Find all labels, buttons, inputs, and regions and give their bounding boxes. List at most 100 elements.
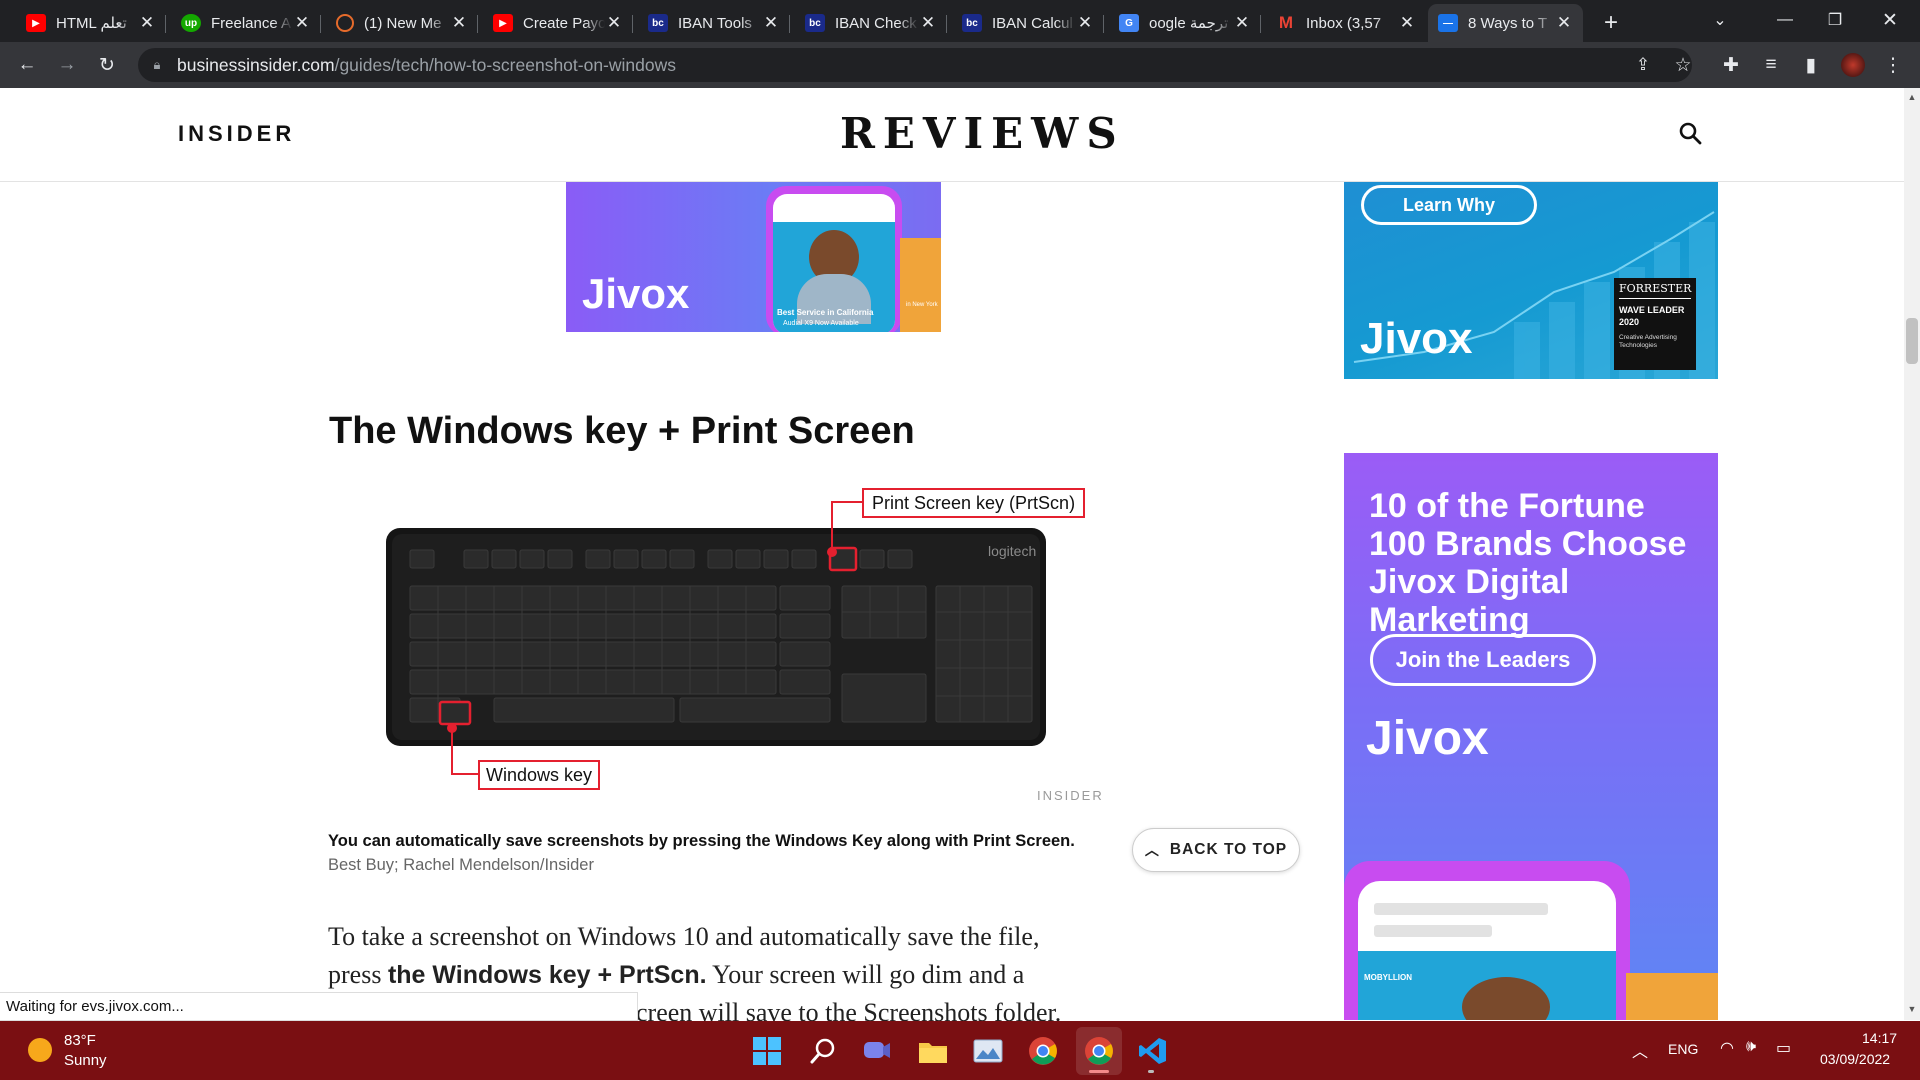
ad-headline: 10 of the Fortune 100 Brands Choose Jivo… xyxy=(1369,487,1687,639)
close-icon[interactable]: ✕ xyxy=(762,13,780,33)
keyboard-illustration: logitech xyxy=(380,478,1100,778)
bc-icon: bc xyxy=(962,14,982,32)
side-image xyxy=(900,238,941,332)
tab-iban-tools[interactable]: bc IBAN Tools ✕ xyxy=(638,4,790,42)
tab-gmail[interactable]: M Inbox (3,57 ✕ xyxy=(1266,4,1426,42)
wifi-icon[interactable]: ◠ xyxy=(1720,1038,1734,1058)
vertical-scrollbar[interactable] xyxy=(1904,88,1920,1020)
chrome-icon[interactable] xyxy=(1024,1032,1062,1070)
ad-brand: Jivox xyxy=(582,270,690,317)
volume-icon[interactable]: 🕪︎ xyxy=(1746,1038,1756,1056)
insider-logo[interactable]: INSIDER xyxy=(178,121,295,147)
menu-kebab-icon[interactable]: ⋮ xyxy=(1878,50,1908,80)
chevron-up-icon: ︿ xyxy=(1144,842,1160,858)
restore-button[interactable]: ❐ xyxy=(1805,0,1865,40)
tab-freelance[interactable]: up Freelance A ✕ xyxy=(171,4,321,42)
callout-prtscn: Print Screen key (PrtScn) xyxy=(862,488,1086,518)
bc-icon: bc xyxy=(648,14,668,32)
image-credit: Best Buy; Rachel Mendelson/Insider xyxy=(328,856,594,874)
close-icon[interactable]: ✕ xyxy=(1233,13,1251,33)
battery-icon[interactable]: ▭ xyxy=(1776,1038,1791,1058)
back-icon[interactable]: ← xyxy=(12,50,42,80)
section-heading: The Windows key + Print Screen xyxy=(329,410,915,452)
tab-html[interactable]: ▶ HTML تعلم ✕ xyxy=(16,4,166,42)
join-leaders-button[interactable]: Join the Leaders xyxy=(1370,634,1596,686)
share-icon[interactable]: ⇪ xyxy=(1628,50,1658,80)
teams-chat-icon[interactable] xyxy=(858,1032,896,1070)
close-window-button[interactable]: ✕ xyxy=(1860,0,1920,40)
close-icon[interactable]: ✕ xyxy=(1555,13,1573,33)
ad-banner-top[interactable]: Jivox Best Service in California Audial … xyxy=(566,182,941,332)
photos-icon[interactable] xyxy=(969,1032,1007,1070)
close-icon[interactable]: ✕ xyxy=(138,13,156,33)
url-text[interactable]: businessinsider.com/guides/tech/how-to-s… xyxy=(177,55,676,76)
search-icon[interactable] xyxy=(804,1032,842,1070)
side-text: in New York xyxy=(906,302,938,308)
tab-create-payo[interactable]: ▶ Create Payo ✕ xyxy=(483,4,633,42)
badge-title: FORRESTER xyxy=(1619,282,1691,299)
vscode-icon[interactable] xyxy=(1134,1032,1172,1070)
scroll-up-icon[interactable]: ▲ xyxy=(1906,92,1918,102)
image-caption: You can automatically save screenshots b… xyxy=(328,832,1075,850)
tab-iban-check[interactable]: bc IBAN Check ✕ xyxy=(795,4,947,42)
back-to-top-button[interactable]: ︿ BACK TO TOP xyxy=(1132,828,1300,872)
tab-iban-calc[interactable]: bc IBAN Calcul ✕ xyxy=(952,4,1104,42)
ad-brand: Jivox xyxy=(1360,314,1473,363)
learn-why-button[interactable]: Learn Why xyxy=(1361,185,1537,225)
scrollbar-thumb[interactable] xyxy=(1906,318,1918,364)
phone-screen: Best Service in California Audial X9 Now… xyxy=(773,194,895,332)
lock-icon[interactable]: 🔒︎ xyxy=(142,50,172,80)
reviews-logo[interactable]: REVIEWS xyxy=(840,109,1125,158)
ad-sidebar[interactable]: 10 of the Fortune 100 Brands Choose Jivo… xyxy=(1344,453,1718,1020)
placeholder-bar xyxy=(1374,903,1548,915)
side-image xyxy=(1626,973,1718,1020)
weather-sun-icon[interactable] xyxy=(28,1038,52,1062)
chrome-active-icon[interactable] xyxy=(1080,1032,1118,1070)
scroll-down-icon[interactable]: ▼ xyxy=(1906,1004,1918,1014)
tray-chevron-up-icon[interactable]: ︿ xyxy=(1632,1038,1648,1062)
placeholder-bar xyxy=(1374,925,1492,937)
paragraph-line: To take a screenshot on Windows 10 and a… xyxy=(328,922,1040,951)
tab-strip: ▶ HTML تعلم ✕ up Freelance A ✕ (1) New M… xyxy=(0,0,1920,42)
weather-condition[interactable]: Sunny xyxy=(64,1052,107,1069)
close-icon[interactable]: ✕ xyxy=(293,13,311,33)
back-to-top-label: BACK TO TOP xyxy=(1169,841,1288,858)
keyboard-brand: logitech xyxy=(988,543,1036,559)
close-icon[interactable]: ✕ xyxy=(919,13,937,33)
shortcut-text: the Windows key + PrtScn. xyxy=(387,961,707,989)
search-icon[interactable] xyxy=(1678,121,1704,147)
new-tab-button[interactable]: + xyxy=(1594,4,1630,42)
side-panel-icon[interactable]: ▮ xyxy=(1796,50,1826,80)
close-icon[interactable]: ✕ xyxy=(450,13,468,33)
clock-time[interactable]: 14:17 xyxy=(1862,1030,1897,1046)
close-icon[interactable]: ✕ xyxy=(1076,13,1094,33)
tab-google-translate[interactable]: G oogle ترجمة ✕ xyxy=(1109,4,1261,42)
windows-start-icon[interactable] xyxy=(748,1032,786,1070)
phone-subline: Audial X9 Now Available xyxy=(783,320,859,327)
youtube-icon: ▶ xyxy=(493,14,513,32)
circle-logo-icon xyxy=(336,14,354,32)
phone-screen: MOBYLLION xyxy=(1358,881,1616,1020)
forward-icon[interactable]: → xyxy=(52,50,82,80)
tab-8-ways[interactable]: — 8 Ways to T ✕ xyxy=(1428,4,1583,42)
close-icon[interactable]: ✕ xyxy=(1398,13,1416,33)
bc-icon: bc xyxy=(805,14,825,32)
reload-icon[interactable]: ↻ xyxy=(92,50,122,80)
phone-brand: MOBYLLION xyxy=(1364,973,1412,982)
language-indicator[interactable]: ENG xyxy=(1668,1041,1698,1057)
status-bubble: Waiting for evs.jivox.com... xyxy=(0,992,638,1021)
bookmark-star-icon[interactable]: ☆ xyxy=(1668,50,1698,80)
ad-banner-right[interactable]: Learn Why Jivox FORRESTER WAVE LEADER 20… xyxy=(1344,182,1718,379)
close-icon[interactable]: ✕ xyxy=(605,13,623,33)
ad-brand: Jivox xyxy=(1366,712,1489,765)
profile-avatar[interactable] xyxy=(1838,50,1868,80)
file-explorer-icon[interactable] xyxy=(914,1032,952,1070)
extensions-icon[interactable]: ✚ xyxy=(1716,50,1746,80)
weather-temp[interactable]: 83°F xyxy=(64,1032,96,1049)
tab-new-message[interactable]: (1) New Me ✕ xyxy=(326,4,478,42)
tab-search-icon[interactable]: ⌄ xyxy=(1690,0,1750,40)
clock-date[interactable]: 03/09/2022 xyxy=(1820,1051,1890,1067)
active-indicator xyxy=(1089,1070,1109,1073)
media-queue-icon[interactable]: ≡ xyxy=(1756,50,1786,80)
upwork-icon: up xyxy=(181,14,201,32)
